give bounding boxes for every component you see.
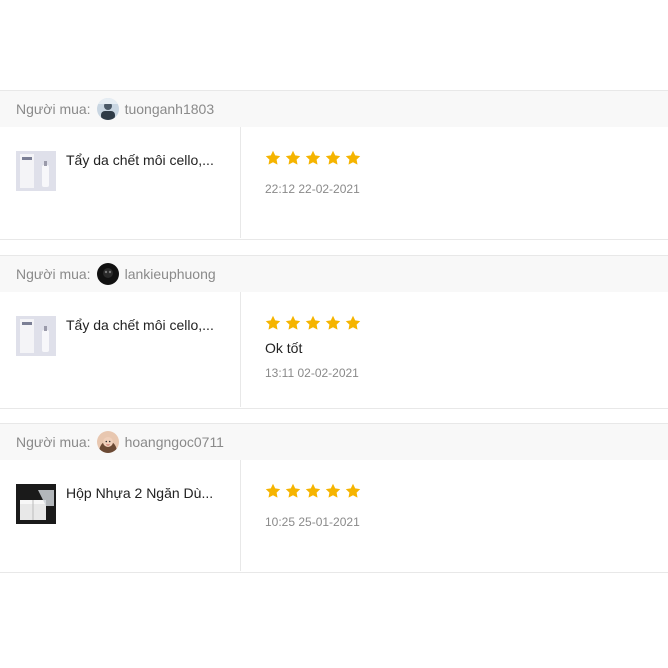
star-icon	[325, 315, 341, 331]
product-info[interactable]: Tẩy da chết môi cello,...	[0, 292, 241, 407]
buyer-bar: Người mua: hoangngoc0711	[0, 424, 668, 460]
product-info[interactable]: Tẩy da chết môi cello,...	[0, 127, 241, 238]
product-thumbnail[interactable]	[16, 484, 56, 524]
product-info[interactable]: Hộp Nhựa 2 Ngăn Dù...	[0, 460, 241, 571]
buyer-avatar[interactable]	[96, 431, 119, 453]
buyer-avatar[interactable]	[96, 98, 119, 120]
review-time: 13:11 02-02-2021	[265, 366, 359, 380]
review-comment: Ok tốt	[265, 340, 303, 356]
review-card: Người mua: lankieuphuong Tẩy da chết môi…	[0, 255, 668, 409]
buyer-label: Người mua:	[16, 101, 91, 117]
buyer-avatar[interactable]	[96, 263, 119, 285]
buyer-label: Người mua:	[16, 434, 91, 450]
review-time: 10:25 25-01-2021	[265, 515, 360, 529]
star-icon	[265, 483, 281, 499]
buyer-username[interactable]: lankieuphuong	[125, 266, 216, 282]
star-icon	[345, 315, 361, 331]
product-name[interactable]: Hộp Nhựa 2 Ngăn Dù...	[66, 485, 221, 501]
product-thumbnail[interactable]	[16, 316, 56, 356]
review-time: 22:12 22-02-2021	[265, 182, 360, 196]
star-rating	[265, 150, 361, 166]
star-icon	[345, 150, 361, 166]
rating-column: 10:25 25-01-2021	[241, 460, 361, 571]
star-icon	[305, 150, 321, 166]
review-content: Hộp Nhựa 2 Ngăn Dù... 10:25 25-01-2021	[0, 460, 668, 571]
star-icon	[265, 315, 281, 331]
star-icon	[285, 315, 301, 331]
buyer-bar: Người mua: lankieuphuong	[0, 256, 668, 292]
review-card: Người mua: tuonganh1803 Tẩy da chết môi …	[0, 90, 668, 240]
star-icon	[285, 483, 301, 499]
rating-column: 22:12 22-02-2021	[241, 127, 361, 238]
buyer-username[interactable]: hoangngoc0711	[125, 434, 224, 450]
review-content: Tẩy da chết môi cello,... Ok tốt 13:11 0…	[0, 292, 668, 407]
star-rating	[265, 483, 361, 499]
star-icon	[265, 150, 281, 166]
review-content: Tẩy da chết môi cello,... 22:12 22-02-20…	[0, 127, 668, 238]
product-name[interactable]: Tẩy da chết môi cello,...	[66, 152, 221, 168]
buyer-bar: Người mua: tuonganh1803	[0, 91, 668, 127]
star-icon	[305, 483, 321, 499]
star-icon	[325, 483, 341, 499]
product-name[interactable]: Tẩy da chết môi cello,...	[66, 317, 221, 333]
star-rating	[265, 315, 361, 331]
buyer-label: Người mua:	[16, 266, 91, 282]
rating-column: Ok tốt 13:11 02-02-2021	[241, 292, 361, 407]
star-icon	[305, 315, 321, 331]
product-thumbnail[interactable]	[16, 151, 56, 191]
star-icon	[345, 483, 361, 499]
star-icon	[325, 150, 341, 166]
review-card: Người mua: hoangngoc0711 Hộp Nhựa 2 Ngăn…	[0, 423, 668, 573]
star-icon	[285, 150, 301, 166]
buyer-username[interactable]: tuonganh1803	[125, 101, 215, 117]
